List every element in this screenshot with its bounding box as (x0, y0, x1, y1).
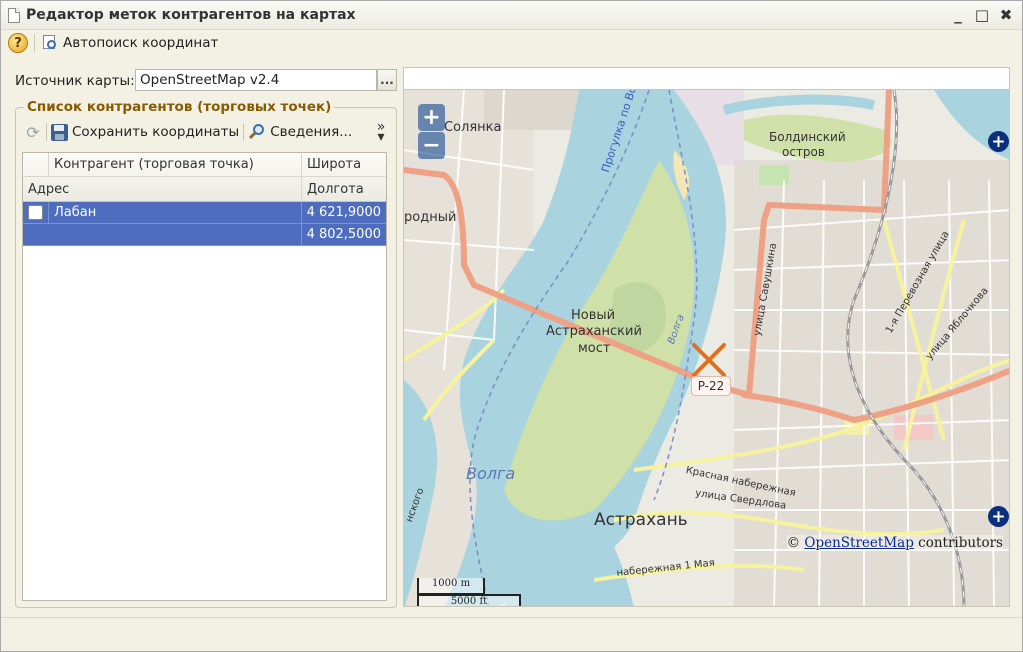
autosearch-icon (41, 34, 59, 52)
attribution-suffix: contributors (918, 535, 1003, 551)
search-icon (248, 123, 266, 141)
map-source-label: Источник карты: (15, 73, 135, 89)
row-address[interactable] (23, 224, 302, 245)
info-button[interactable]: Сведения... (248, 123, 352, 141)
map-label-volga: Волга (466, 464, 516, 483)
refresh-icon[interactable]: ⟳ (24, 123, 42, 142)
row-checkbox[interactable] (28, 205, 43, 220)
map-source-field[interactable]: OpenStreetMap v2.4 (135, 69, 377, 91)
zoom-in-button[interactable]: + (418, 104, 445, 131)
contractors-table: Контрагент (торговая точка) Широта Адрес… (22, 152, 387, 601)
autosearch-label: Автопоиск координат (63, 35, 219, 51)
scale-metric: 1000 m (417, 578, 485, 595)
header-longitude[interactable]: Долгота (302, 177, 386, 201)
map-view[interactable]: Солянка Болдинский остров родный Прогулк… (403, 89, 1010, 607)
toolbar-divider (34, 34, 35, 52)
scale-imperial: 5000 ft (417, 594, 521, 606)
floppy-icon (51, 123, 68, 141)
layer-switcher-button[interactable]: + (988, 131, 1009, 152)
zoom-out-button[interactable]: − (418, 132, 445, 159)
window-title: Редактор меток контрагентов на картах (26, 7, 356, 23)
save-coordinates-button[interactable]: Сохранить координаты (51, 123, 240, 141)
layer-switcher-button-2[interactable]: + (988, 506, 1009, 527)
autosearch-button[interactable]: Автопоиск координат (41, 34, 218, 52)
minimize-button[interactable]: _ (948, 5, 968, 25)
window-controls: _ □ ✖ (948, 5, 1016, 25)
table-row[interactable]: Лабан 4 621,9000 (23, 202, 386, 224)
info-label: Сведения... (270, 124, 353, 140)
row-checkbox-cell (23, 202, 49, 223)
header-checkbox-column (23, 153, 49, 176)
header-latitude[interactable]: Широта (302, 153, 386, 176)
map-label-ostrov: остров (782, 145, 825, 159)
editor-window: Редактор меток контрагентов на картах _ … (0, 0, 1023, 652)
map-source-select-button[interactable]: ... (377, 69, 397, 91)
close-button[interactable]: ✖ (996, 5, 1016, 25)
attribution-prefix: © (786, 535, 801, 551)
help-button[interactable]: ? (8, 33, 28, 53)
row-contractor[interactable]: Лабан (49, 202, 302, 223)
title-bar: Редактор меток контрагентов на картах _ … (1, 1, 1022, 30)
map-attribution: © OpenStreetMap contributors (786, 535, 1003, 551)
header-address[interactable]: Адрес (23, 177, 302, 201)
map-label-novy: Новый (571, 308, 616, 323)
map-tiles (404, 90, 1009, 606)
contractors-group: Список контрагентов (торговых точек) ⟳ С… (15, 99, 397, 608)
map-label-boldinsky: Болдинский (769, 130, 846, 144)
save-coordinates-label: Сохранить координаты (72, 124, 240, 140)
table-header: Контрагент (торговая точка) Широта Адрес… (23, 153, 386, 202)
more-chevron-icon[interactable]: » ▾ (374, 120, 388, 144)
map-label-most: мост (578, 341, 611, 356)
toolbar-divider (46, 123, 47, 141)
maximize-button[interactable]: □ (972, 5, 992, 25)
row-latitude[interactable]: 4 621,9000 (302, 202, 386, 223)
map-label-astrakhansky: Астраханский (546, 324, 642, 339)
main-toolbar: ? Автопоиск координат (1, 30, 1022, 56)
header-contractor[interactable]: Контрагент (торговая точка) (49, 153, 302, 176)
row-longitude[interactable]: 4 802,5000 (302, 224, 386, 245)
map-header-strip (403, 67, 1010, 89)
contractors-toolbar: ⟳ Сохранить координаты Сведения... » ▾ (24, 120, 388, 144)
document-icon (8, 7, 20, 23)
status-bar (1, 617, 1022, 651)
toolbar-divider (243, 123, 245, 141)
map-label-solyanka: Солянка (444, 120, 502, 135)
attribution-link[interactable]: OpenStreetMap (804, 535, 913, 551)
contractors-group-title: Список контрагентов (торговых точек) (24, 99, 335, 115)
map-label-astrakhan: Астрахань (594, 510, 688, 530)
marker-label[interactable]: P-22 (691, 376, 731, 396)
map-scale: 1000 m 5000 ft (417, 578, 522, 606)
table-row-address[interactable]: 4 802,5000 (23, 224, 386, 246)
map-label-rodny: родный (404, 210, 457, 225)
